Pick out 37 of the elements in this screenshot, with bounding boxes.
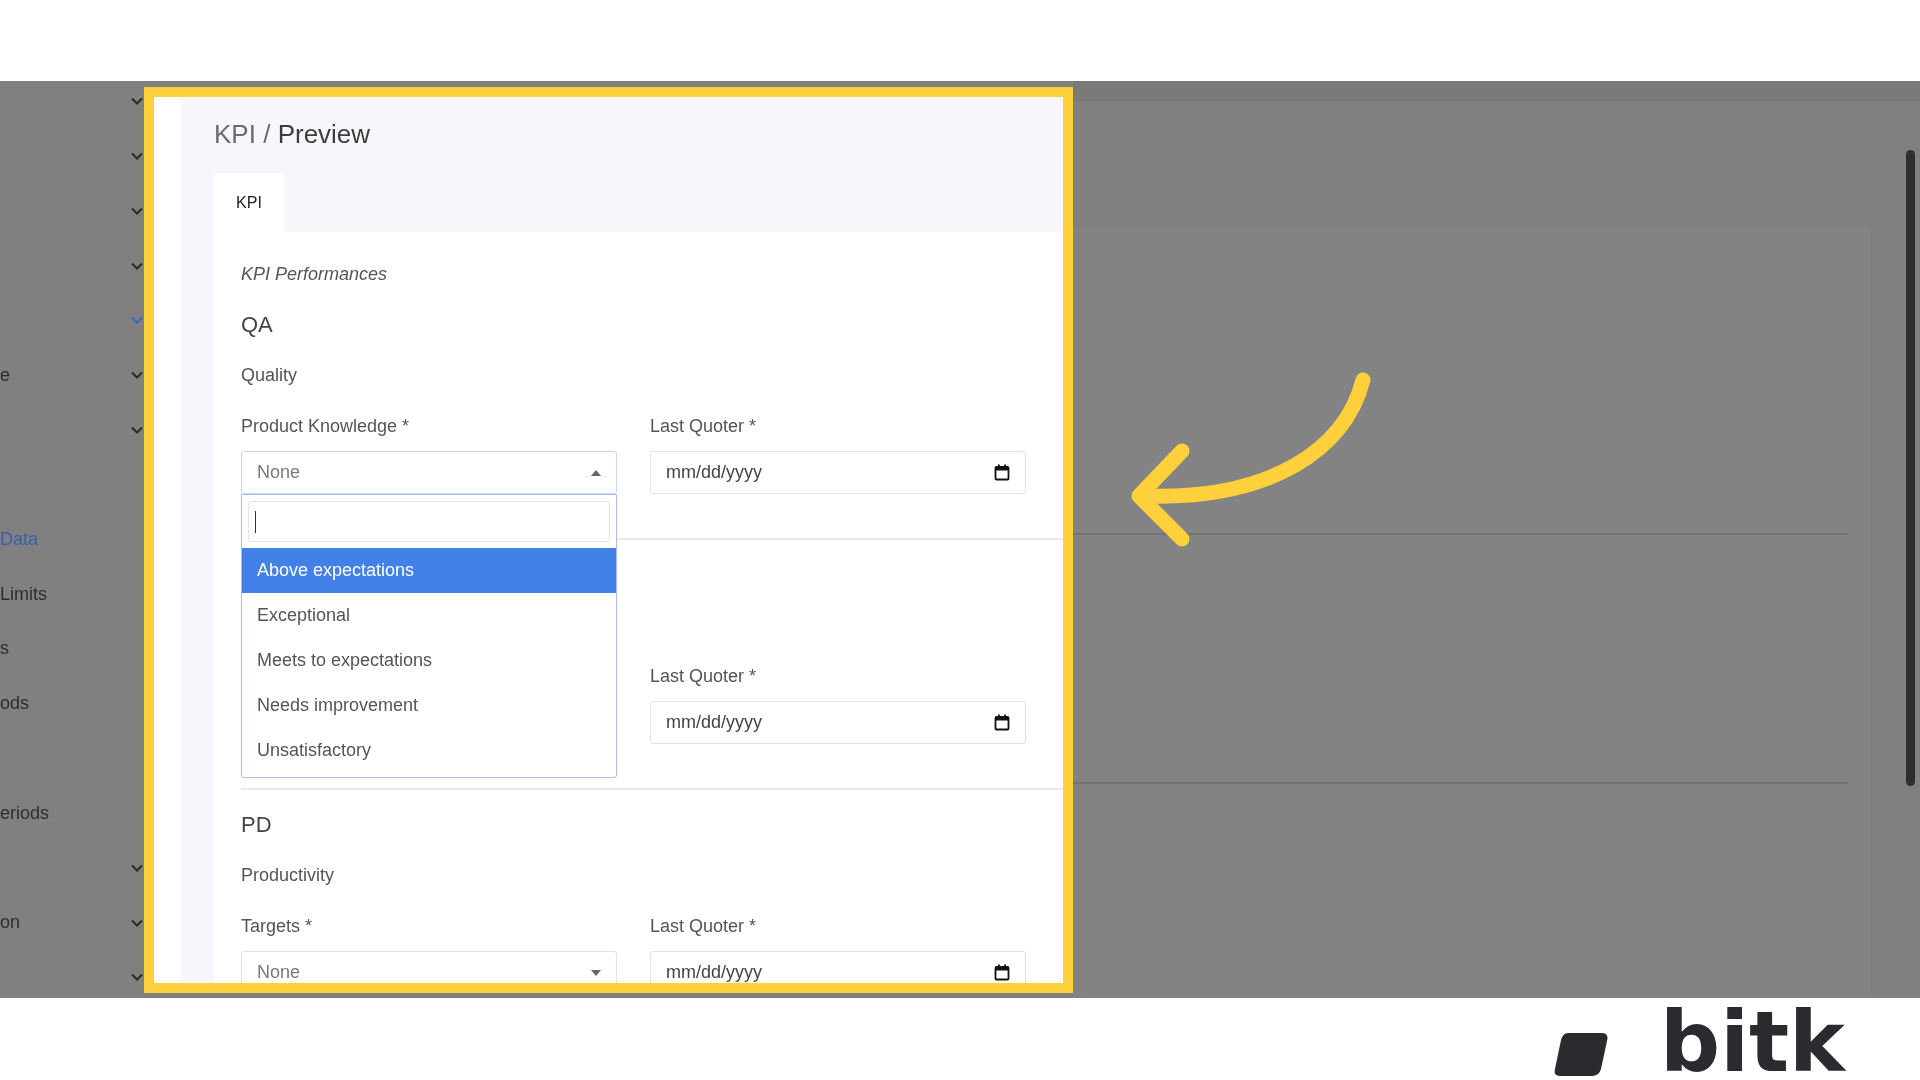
tab[interactable]: KPI [214, 173, 284, 232]
breadcrumb: KPI / Preview [214, 118, 372, 151]
field-label: Product Knowledge * [241, 415, 411, 438]
search-field[interactable] [248, 501, 610, 542]
field-label: Last Quoter * [650, 915, 758, 938]
caret-down-icon [591, 969, 601, 976]
date-field[interactable]: mm/dd/yyyy [650, 451, 1026, 494]
calendar-icon [994, 464, 1010, 481]
form-caption: KPI Performances [241, 263, 389, 286]
sidebar-item[interactable]: Limits [0, 580, 47, 608]
sidebar-item[interactable]: s [0, 635, 9, 663]
section-subheading: Quality [241, 364, 299, 387]
date-field[interactable]: mm/dd/yyyy [650, 951, 1026, 983]
calendar-icon [994, 714, 1010, 731]
select-field[interactable]: None [241, 451, 617, 494]
dropdown-option[interactable]: Needs improvement [242, 683, 616, 728]
section-heading: PD [241, 811, 273, 839]
field-label: Last Quoter * [650, 665, 758, 688]
logo-text: bitk [1660, 1000, 1845, 1080]
section-subheading: Productivity [241, 864, 336, 887]
sidebar-item[interactable]: on [0, 909, 21, 937]
logo-icon [1552, 1031, 1610, 1077]
dropdown-option[interactable]: Unsatisfactory [242, 728, 616, 773]
sidebar-item[interactable]: ods [0, 690, 30, 718]
dropdown-option[interactable]: Exceptional [242, 593, 616, 638]
sidebar-item[interactable]: eriods [0, 799, 50, 827]
field-label: Targets * [241, 915, 314, 938]
field-label: Last Quoter * [650, 415, 758, 438]
dropdown-option[interactable]: Meets to expectations [242, 638, 616, 683]
select-field[interactable]: None [241, 951, 617, 983]
calendar-icon [994, 964, 1010, 981]
caret-up-icon [591, 469, 601, 476]
text-cursor [255, 510, 256, 533]
sidebar-item[interactable]: e [0, 361, 10, 389]
date-field[interactable]: mm/dd/yyyy [650, 701, 1026, 744]
section-heading: QA [241, 311, 274, 339]
dropdown-option[interactable]: Above expectations [242, 548, 616, 593]
